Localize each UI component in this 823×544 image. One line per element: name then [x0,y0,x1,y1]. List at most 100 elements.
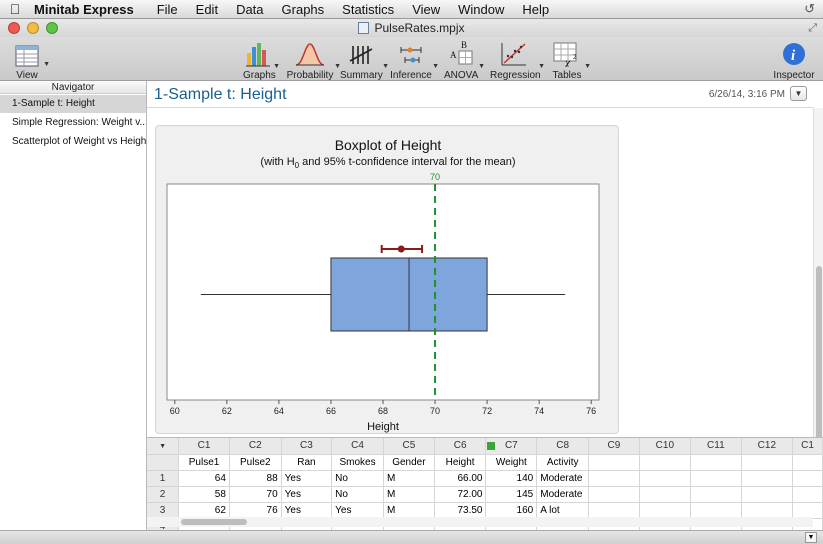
cell[interactable] [690,502,742,519]
cell[interactable]: 70 [229,486,282,503]
cell[interactable]: 58 [178,486,230,503]
select-all-corner[interactable]: ▼ [147,438,180,455]
menu-help[interactable]: Help [513,2,558,17]
cell[interactable]: 73.50 [434,502,487,519]
column-name[interactable]: Pulse2 [229,454,282,471]
nav-item-scatterplot[interactable]: Scatterplot of Weight vs Height [0,133,146,151]
menu-edit[interactable]: Edit [187,2,227,17]
cell[interactable]: 72.00 [434,486,487,503]
cell[interactable] [690,470,742,487]
cell[interactable] [741,470,794,487]
menu-window[interactable]: Window [449,2,513,17]
menu-graphs[interactable]: Graphs [273,2,334,17]
column-id[interactable]: C12 [741,438,794,455]
probability-tool-button[interactable]: Probability ▼ [286,39,341,81]
menu-statistics[interactable]: Statistics [333,2,403,17]
menu-app-name[interactable]: Minitab Express [30,2,148,17]
row-number[interactable]: 1 [147,470,180,487]
cell[interactable] [639,502,692,519]
scroll-thumb[interactable] [816,266,822,444]
regression-tool-button[interactable]: Regression ▼ [490,39,545,81]
apple-icon[interactable]:  [0,1,30,17]
column-id[interactable]: C6 [434,438,487,455]
inference-tool-button[interactable]: Inference ▼ [390,39,439,81]
cell[interactable]: M [383,502,435,519]
anova-tool-button[interactable]: BA ANOVA ▼ [444,39,485,81]
cell[interactable] [639,486,692,503]
cell[interactable]: M [383,470,435,487]
cell[interactable]: 64 [178,470,230,487]
summary-tool-button[interactable]: Summary ▼ [340,39,389,81]
menu-view[interactable]: View [403,2,449,17]
horizontal-scrollbar[interactable] [147,517,813,527]
cell[interactable] [639,470,692,487]
nav-item-1-sample-t[interactable]: 1-Sample t: Height [0,95,146,113]
cell[interactable]: Yes [281,502,333,519]
inspector-tool-button[interactable]: i Inspector [772,39,816,81]
column-id[interactable]: C8 [536,438,590,455]
cell[interactable]: Yes [281,470,333,487]
scroll-thumb[interactable] [181,519,247,525]
time-machine-icon[interactable]: ↺ [804,1,815,17]
cell[interactable] [588,470,640,487]
menu-data[interactable]: Data [227,2,272,17]
cell[interactable] [690,486,742,503]
status-dropdown-button[interactable]: ▼ [805,532,817,543]
cell[interactable] [588,502,640,519]
column-name[interactable]: Height [434,454,487,471]
minimize-window-button[interactable] [27,22,39,34]
cell[interactable]: 88 [229,470,282,487]
column-name[interactable]: Pulse1 [178,454,230,471]
column-name[interactable]: Smokes [331,454,384,471]
column-id[interactable]: C4 [331,438,384,455]
column-name[interactable] [588,454,640,471]
cell[interactable]: 140 [485,470,538,487]
cell[interactable]: 160 [485,502,538,519]
cell[interactable]: Moderate [536,486,590,503]
column-name[interactable] [690,454,742,471]
column-id[interactable]: C1 [792,438,823,455]
cell[interactable]: Moderate [536,470,590,487]
output-options-button[interactable]: ▼ [790,86,807,101]
row-number[interactable]: 2 [147,486,180,503]
menu-file[interactable]: File [148,2,187,17]
column-name[interactable]: Weight [485,454,538,471]
column-id[interactable]: C3 [281,438,333,455]
cell[interactable] [792,486,823,503]
nav-item-simple-regression[interactable]: Simple Regression: Weight v... [0,114,146,132]
column-id[interactable]: C9 [588,438,640,455]
cell[interactable]: No [331,470,384,487]
column-name[interactable] [639,454,692,471]
cell[interactable]: A lot [536,502,590,519]
column-name[interactable]: Ran [281,454,333,471]
column-name[interactable] [792,454,823,471]
cell[interactable] [792,502,823,519]
view-tool-button[interactable]: View ▼ [12,39,50,81]
column-name[interactable]: Gender [383,454,435,471]
tables-tool-button[interactable]: χ2 Tables ▼ [550,39,591,81]
cell[interactable]: 145 [485,486,538,503]
column-id[interactable]: C1 [178,438,230,455]
cell[interactable]: Yes [331,502,384,519]
graphs-tool-button[interactable]: Graphs ▼ [243,39,280,81]
cell[interactable] [741,502,794,519]
cell[interactable]: M [383,486,435,503]
cell[interactable] [792,470,823,487]
cell[interactable]: 62 [178,502,230,519]
fullscreen-icon[interactable]: ⤢ [808,22,817,35]
row-number[interactable]: 3 [147,502,180,519]
zoom-window-button[interactable] [46,22,58,34]
column-id[interactable]: C11 [690,438,742,455]
cell[interactable] [588,486,640,503]
vertical-scrollbar[interactable] [813,108,823,444]
cell[interactable] [741,486,794,503]
column-id[interactable]: C2 [229,438,282,455]
column-name[interactable]: Activity [536,454,590,471]
column-id[interactable]: C10 [639,438,692,455]
column-name[interactable] [741,454,794,471]
boxplot-card[interactable]: Boxplot of Height (with H0 and 95% t-con… [155,125,619,434]
column-id-c7[interactable]: C7 [485,438,538,455]
cell[interactable]: Yes [281,486,333,503]
close-window-button[interactable] [8,22,20,34]
cell[interactable]: 66.00 [434,470,487,487]
